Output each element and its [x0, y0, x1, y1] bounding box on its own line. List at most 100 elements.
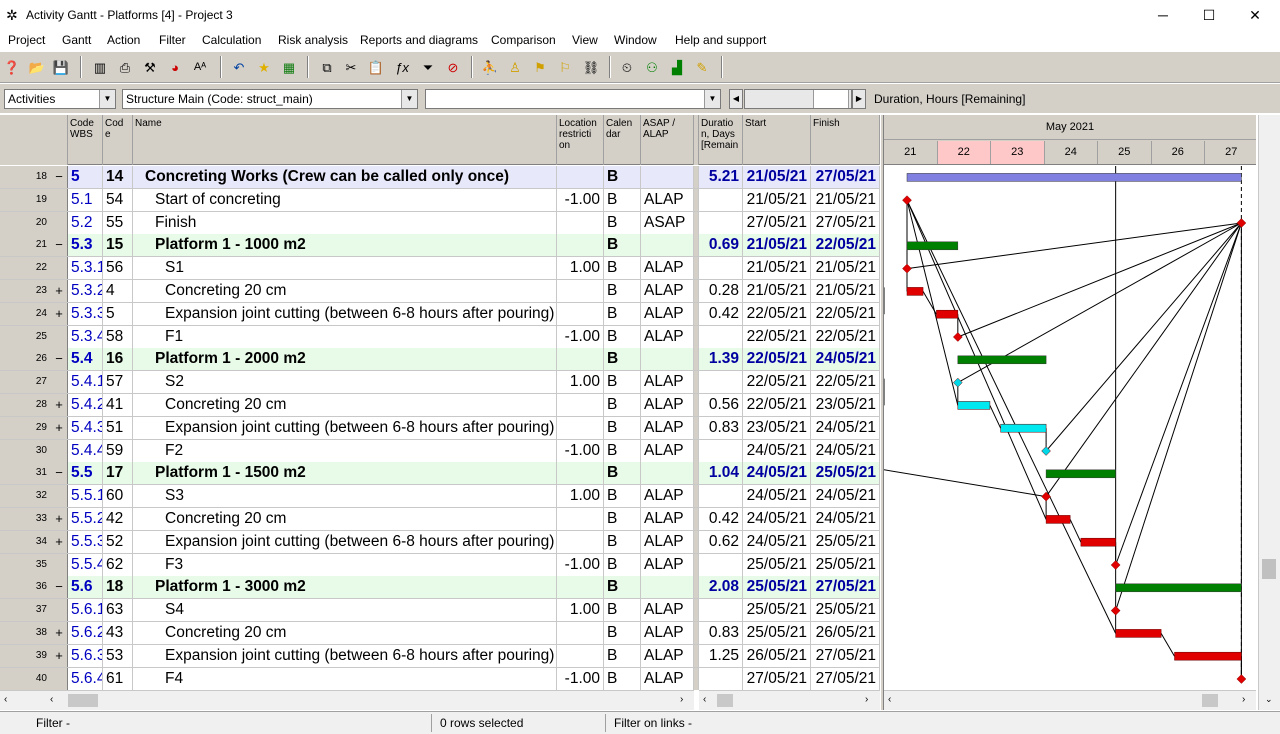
- gantt-link-line[interactable]: [1115, 222, 1242, 566]
- row-number[interactable]: 40: [0, 667, 68, 690]
- cell-name[interactable]: Expansion joint cutting (between 6-8 hou…: [133, 416, 557, 439]
- cell-wbs[interactable]: 5.5.1: [68, 485, 103, 508]
- gantt-summary-bar[interactable]: [906, 241, 959, 251]
- header-duration[interactable]: Duratio n, Days [Remain: [699, 115, 743, 165]
- cell-wbs[interactable]: 5.4.2: [68, 394, 103, 416]
- cell-loc[interactable]: 1.00: [557, 599, 604, 622]
- cell-dur[interactable]: 0.42: [699, 508, 743, 530]
- formula-icon[interactable]: ƒx: [392, 57, 412, 77]
- cell-finish[interactable]: 27/05/21: [811, 667, 880, 690]
- structure-select[interactable]: Structure Main (Code: struct_main) ▼: [122, 89, 418, 109]
- cell-name[interactable]: S1: [133, 257, 557, 280]
- cell-wbs[interactable]: 5.6.1: [68, 599, 103, 622]
- table-row[interactable]: 22 5.3.1 56 S1 1.00 B ALAP 21/05/21 21/05/21: [0, 257, 880, 281]
- cell-finish[interactable]: 24/05/21: [811, 416, 880, 439]
- cell-cal[interactable]: B: [604, 622, 641, 644]
- cell-loc[interactable]: -1.00: [557, 553, 604, 576]
- expand-toggle[interactable]: −: [52, 462, 66, 484]
- table-row[interactable]: 26−5.4 16 Platform 1 - 2000 m2 B 1.39 22/05/2…: [0, 348, 880, 372]
- cell-cal[interactable]: B: [604, 302, 641, 325]
- scroll-down-icon[interactable]: ⌄: [1265, 694, 1273, 705]
- cell-wbs[interactable]: 5.6.2: [68, 622, 103, 644]
- table-row[interactable]: 21−5.3 15 Platform 1 - 1000 m2 B 0.69 21/05/2…: [0, 234, 880, 258]
- font-icon[interactable]: Aᴬ: [190, 57, 210, 77]
- cell-cal[interactable]: B: [604, 576, 641, 599]
- paste-icon[interactable]: 📋: [366, 57, 386, 77]
- cell-start[interactable]: 27/05/21: [743, 211, 811, 234]
- cell-loc[interactable]: [557, 462, 604, 485]
- menu-comparison[interactable]: Comparison: [491, 33, 556, 47]
- gantt-task-bar[interactable]: [936, 309, 959, 319]
- table-row[interactable]: 35 5.5.4 62 F3 -1.00 B ALAP 25/05/21 25/05/21: [0, 553, 880, 577]
- expand-toggle[interactable]: +: [52, 303, 66, 325]
- cell-finish[interactable]: 25/05/21: [811, 530, 880, 553]
- cell-loc[interactable]: -1.00: [557, 439, 604, 462]
- cell-dur[interactable]: 5.21: [699, 166, 743, 188]
- clear-filter-icon[interactable]: ⊘: [443, 57, 463, 77]
- print-icon[interactable]: ⎙: [115, 57, 135, 77]
- cell-finish[interactable]: 24/05/21: [811, 508, 880, 530]
- cell-asap[interactable]: [641, 348, 694, 371]
- table-row[interactable]: 34 +5.5.3 52 Expansion joint cutting (betwe…: [0, 530, 880, 554]
- cell-finish[interactable]: 22/05/21: [811, 234, 880, 257]
- cell-start[interactable]: 27/05/21: [743, 667, 811, 690]
- time-slider[interactable]: [744, 89, 852, 109]
- cell-finish[interactable]: 25/05/21: [811, 553, 880, 576]
- expand-toggle[interactable]: +: [52, 531, 66, 553]
- gantt-link-line[interactable]: [1045, 222, 1242, 452]
- cell-loc[interactable]: [557, 166, 604, 188]
- columns-icon[interactable]: ▥: [90, 57, 110, 77]
- header-calendar[interactable]: Calen dar: [604, 115, 641, 165]
- gantt-summary-bar[interactable]: [957, 355, 1047, 365]
- resource-icon-1[interactable]: ⛹: [480, 57, 500, 77]
- menu-view[interactable]: View: [572, 33, 598, 47]
- cell-cal[interactable]: B: [604, 371, 641, 394]
- cell-cal[interactable]: B: [604, 530, 641, 553]
- cell-loc[interactable]: [557, 348, 604, 371]
- cell-finish[interactable]: 22/05/21: [811, 371, 880, 394]
- resource-icon-2[interactable]: ♙: [505, 57, 525, 77]
- cell-start[interactable]: 26/05/21: [743, 644, 811, 667]
- cell-dur[interactable]: [699, 439, 743, 462]
- cell-code[interactable]: 14: [103, 166, 133, 188]
- cell-cal[interactable]: B: [604, 211, 641, 234]
- cell-finish[interactable]: 27/05/21: [811, 644, 880, 667]
- cell-asap[interactable]: ALAP: [641, 325, 694, 348]
- cell-cal[interactable]: B: [604, 166, 641, 188]
- cell-asap[interactable]: ALAP: [641, 280, 694, 302]
- cell-loc[interactable]: [557, 234, 604, 257]
- cell-finish[interactable]: 27/05/21: [811, 166, 880, 188]
- row-number[interactable]: 35: [0, 553, 68, 576]
- resource-icon-4[interactable]: ⚐: [555, 57, 575, 77]
- cell-name[interactable]: Platform 1 - 1000 m2: [133, 234, 557, 257]
- cell-asap[interactable]: ALAP: [641, 257, 694, 280]
- cell-wbs[interactable]: 5.2: [68, 211, 103, 234]
- table-row[interactable]: 20 5.2 55 Finish B ASAP 27/05/21 27/05/21: [0, 211, 880, 235]
- cell-cal[interactable]: B: [604, 508, 641, 530]
- cell-start[interactable]: 22/05/21: [743, 325, 811, 348]
- cell-cal[interactable]: B: [604, 416, 641, 439]
- gantt-link-line[interactable]: [884, 469, 1047, 498]
- cell-asap[interactable]: ALAP: [641, 553, 694, 576]
- cell-code[interactable]: 53: [103, 644, 133, 667]
- table-row[interactable]: 25 5.3.4 58 F1 -1.00 B ALAP 22/05/21 22/05/21: [0, 325, 880, 349]
- cell-name[interactable]: S4: [133, 599, 557, 622]
- help-icon[interactable]: ❓: [2, 57, 22, 77]
- table-row[interactable]: 23 +5.3.2 4 Concreting 20 cm B ALAP 0.28 21/05/…: [0, 280, 880, 303]
- cell-cal[interactable]: B: [604, 462, 641, 485]
- cell-finish[interactable]: 25/05/21: [811, 462, 880, 485]
- cell-wbs[interactable]: 5.6: [68, 576, 103, 599]
- filter-icon[interactable]: ⏷: [418, 57, 438, 77]
- cell-finish[interactable]: 27/05/21: [811, 211, 880, 234]
- cell-dur[interactable]: [699, 667, 743, 690]
- expand-toggle[interactable]: +: [52, 622, 66, 644]
- cell-name[interactable]: Finish: [133, 211, 557, 234]
- cell-cal[interactable]: B: [604, 667, 641, 690]
- cell-wbs[interactable]: 5.4.1: [68, 371, 103, 394]
- save-icon[interactable]: 💾: [51, 57, 71, 77]
- link-icon[interactable]: ⛓: [581, 57, 601, 77]
- cell-name[interactable]: Concreting 20 cm: [133, 280, 557, 302]
- menu-action[interactable]: Action: [107, 33, 140, 47]
- gantt-milestone[interactable]: [952, 332, 963, 342]
- cell-asap[interactable]: ALAP: [641, 416, 694, 439]
